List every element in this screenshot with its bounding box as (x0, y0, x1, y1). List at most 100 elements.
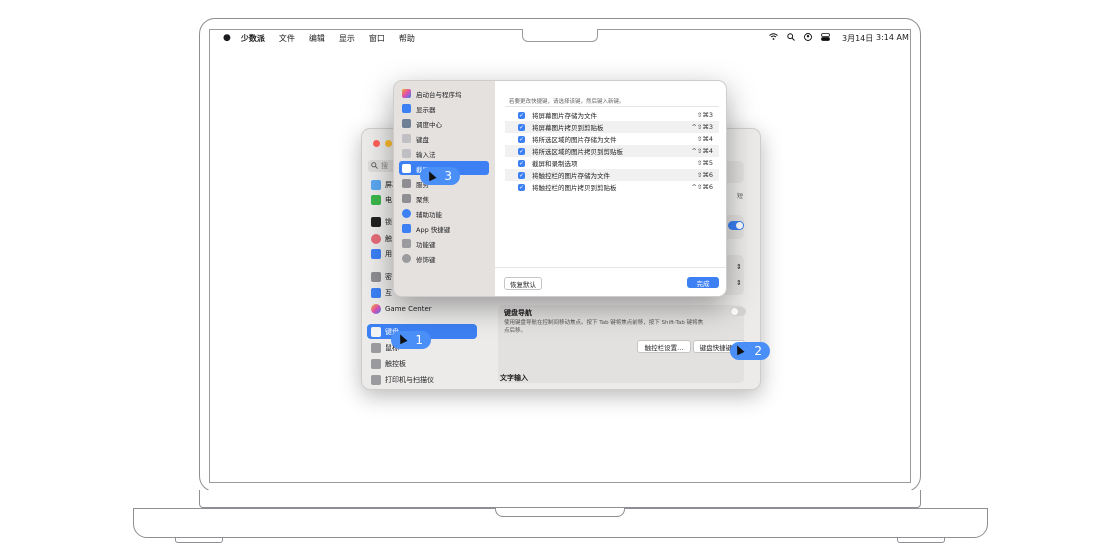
dialog-item-input-sources[interactable]: 输入法 (402, 147, 436, 160)
shortcut-keys[interactable]: ^⇧⌘3 (691, 123, 713, 131)
menu-window[interactable]: 窗口 (369, 33, 385, 44)
dialog-sidebar: 启动台与程序坞 显示器 调度中心 键盘 输入法 截屏 服务 聚焦 辅助功能 Ap… (394, 81, 495, 296)
checkbox-checked[interactable]: ✓ (518, 159, 525, 167)
checkbox-checked[interactable]: ✓ (518, 147, 525, 155)
fn-key-icon (402, 239, 411, 248)
sidebar-item-printers[interactable]: 打印机与扫描仪 (371, 373, 434, 386)
mouse-icon (371, 342, 381, 353)
kb-nav-toggle[interactable] (730, 307, 746, 316)
apple-icon[interactable]: ● (223, 33, 231, 43)
menu-view[interactable]: 显示 (339, 33, 355, 44)
wifi-icon[interactable] (769, 33, 778, 42)
shortcut-keys[interactable]: ⇧⌘3 (697, 111, 713, 119)
laptop-foot-left (175, 538, 223, 543)
spotlight-icon (402, 194, 411, 203)
at-icon (371, 287, 381, 298)
dialog-item-launchpad[interactable]: 启动台与程序坞 (402, 87, 462, 100)
shortcut-row[interactable]: ✓ 将触控栏的图片存储为文件 ⇧⌘6 (505, 169, 719, 181)
stepper-icon[interactable]: ⇕ (736, 263, 742, 271)
launchpad-icon (402, 89, 411, 98)
sidebar-item-internet[interactable]: 互 (371, 286, 392, 299)
sidebar-item-users[interactable]: 用 (371, 247, 392, 260)
modifier-key-icon (402, 254, 411, 263)
display-icon (402, 104, 411, 113)
shortcut-row[interactable]: ✓ 将屏幕图片拷贝到剪贴板 ^⇧⌘3 (505, 121, 719, 133)
control-center-icon[interactable] (821, 33, 830, 43)
sidebar-item-passwords[interactable]: 密 (371, 270, 392, 283)
lock-icon (371, 216, 381, 227)
shortcut-keys[interactable]: ^⇧⌘4 (691, 147, 713, 155)
stepper-icon[interactable]: ⇕ (736, 279, 742, 287)
input-source-icon (402, 149, 411, 158)
keyboard-shortcuts-dialog: 启动台与程序坞 显示器 调度中心 键盘 输入法 截屏 服务 聚焦 辅助功能 Ap… (393, 80, 727, 297)
dialog-item-spotlight[interactable]: 聚焦 (402, 192, 429, 205)
menubar-time: 3:14 AM (876, 33, 909, 42)
kb-nav-desc-2: 点后移。 (504, 328, 527, 334)
dialog-item-function-keys[interactable]: 功能键 (402, 237, 436, 250)
shortcut-row[interactable]: ✓ 将所选区域的图片拷贝到剪贴板 ^⇧⌘4 (505, 145, 719, 157)
touchbar-settings-button[interactable]: 触控栏设置... (637, 340, 691, 353)
dialog-item-displays[interactable]: 显示器 (402, 102, 436, 115)
laptop-hinge (199, 490, 921, 508)
search-placeholder: 搜 (381, 162, 388, 170)
trackpad-icon (371, 358, 381, 369)
close-button[interactable] (373, 140, 380, 147)
checkbox-checked[interactable]: ✓ (518, 183, 525, 191)
dialog-item-accessibility[interactable]: 辅助功能 (402, 207, 442, 220)
mission-control-icon (402, 119, 411, 128)
accessibility-icon (402, 209, 411, 218)
touch-id-icon (371, 233, 381, 244)
search-icon[interactable] (787, 33, 795, 43)
laptop-foot-right (897, 538, 945, 543)
sidebar-item-game-center[interactable]: Game Center (371, 302, 432, 315)
step-badge-1: 1 (391, 331, 431, 349)
dialog-item-mission-control[interactable]: 调度中心 (402, 117, 442, 130)
sidebar-item-battery[interactable]: 电 (371, 193, 392, 206)
app-store-icon (402, 224, 411, 233)
shortcut-keys[interactable]: ^⇧⌘6 (691, 183, 713, 191)
shortcut-row[interactable]: ✓ 将所选区域的图片存储为文件 ⇧⌘4 (505, 133, 719, 145)
kb-nav-desc-1: 使用键盘导航在控制间移动焦点。按下 Tab 键将焦点前移，按下 Shift-Ta… (504, 320, 704, 326)
battery-icon (371, 194, 381, 205)
shortcut-keys[interactable]: ⇧⌘4 (697, 135, 713, 143)
restore-defaults-button[interactable]: 恢复默认 (504, 277, 542, 290)
toggle-switch-on[interactable] (728, 221, 744, 230)
dialog-item-keyboard[interactable]: 键盘 (402, 132, 429, 145)
screenshot-icon (402, 164, 411, 173)
keyboard-icon (371, 326, 381, 337)
menu-file[interactable]: 文件 (279, 33, 295, 44)
kb-nav-title: 键盘导航 (504, 309, 532, 317)
dialog-item-modifier-keys[interactable]: 修饰键 (402, 252, 436, 265)
menu-edit[interactable]: 编辑 (309, 33, 325, 44)
menu-app[interactable]: 少数派 (241, 33, 265, 44)
checkbox-checked[interactable]: ✓ (518, 171, 525, 179)
menu-help[interactable]: 帮助 (399, 33, 415, 44)
printer-icon (371, 374, 381, 385)
done-button[interactable]: 完成 (687, 277, 719, 288)
sidebar-item-touch[interactable]: 触 (371, 232, 392, 245)
shortcut-keys[interactable]: ⇧⌘6 (697, 171, 713, 179)
screen-notch (522, 29, 598, 42)
shortcut-row[interactable]: ✓ 截屏和录制选项 ⇧⌘5 (505, 157, 719, 169)
dialog-item-app-shortcuts[interactable]: App 快捷键 (402, 222, 450, 235)
text-input-title: 文字输入 (500, 374, 528, 382)
sidebar-item-trackpad[interactable]: 触控板 (371, 357, 406, 370)
laptop-base-notch (495, 508, 625, 517)
shortcut-keys[interactable]: ⇧⌘5 (697, 159, 713, 167)
checkbox-checked[interactable]: ✓ (518, 135, 525, 143)
checkbox-checked[interactable]: ✓ (518, 123, 525, 131)
key-icon (371, 271, 381, 282)
shortcut-row[interactable]: ✓ 将触控栏的图片拷贝到剪贴板 ^⇧⌘6 (505, 181, 719, 193)
display-icon (371, 179, 381, 190)
user-icon[interactable] (804, 33, 812, 43)
delay-short-label: 短 (737, 193, 744, 200)
menubar-date: 3月14日 (842, 34, 874, 43)
divider (505, 106, 719, 107)
sidebar-item-lock[interactable]: 锁 (371, 215, 392, 228)
screen: ● 少数派 文件 编辑 显示 窗口 帮助 3月14日 3:14 AM 搜 屏幕 … (209, 29, 911, 483)
keyboard-icon (402, 134, 411, 143)
checkbox-checked[interactable]: ✓ (518, 111, 525, 119)
shortcut-row[interactable]: ✓ 将屏幕图片存储为文件 ⇧⌘3 (505, 109, 719, 121)
minimize-button[interactable] (385, 140, 392, 147)
gear-icon (402, 179, 411, 188)
